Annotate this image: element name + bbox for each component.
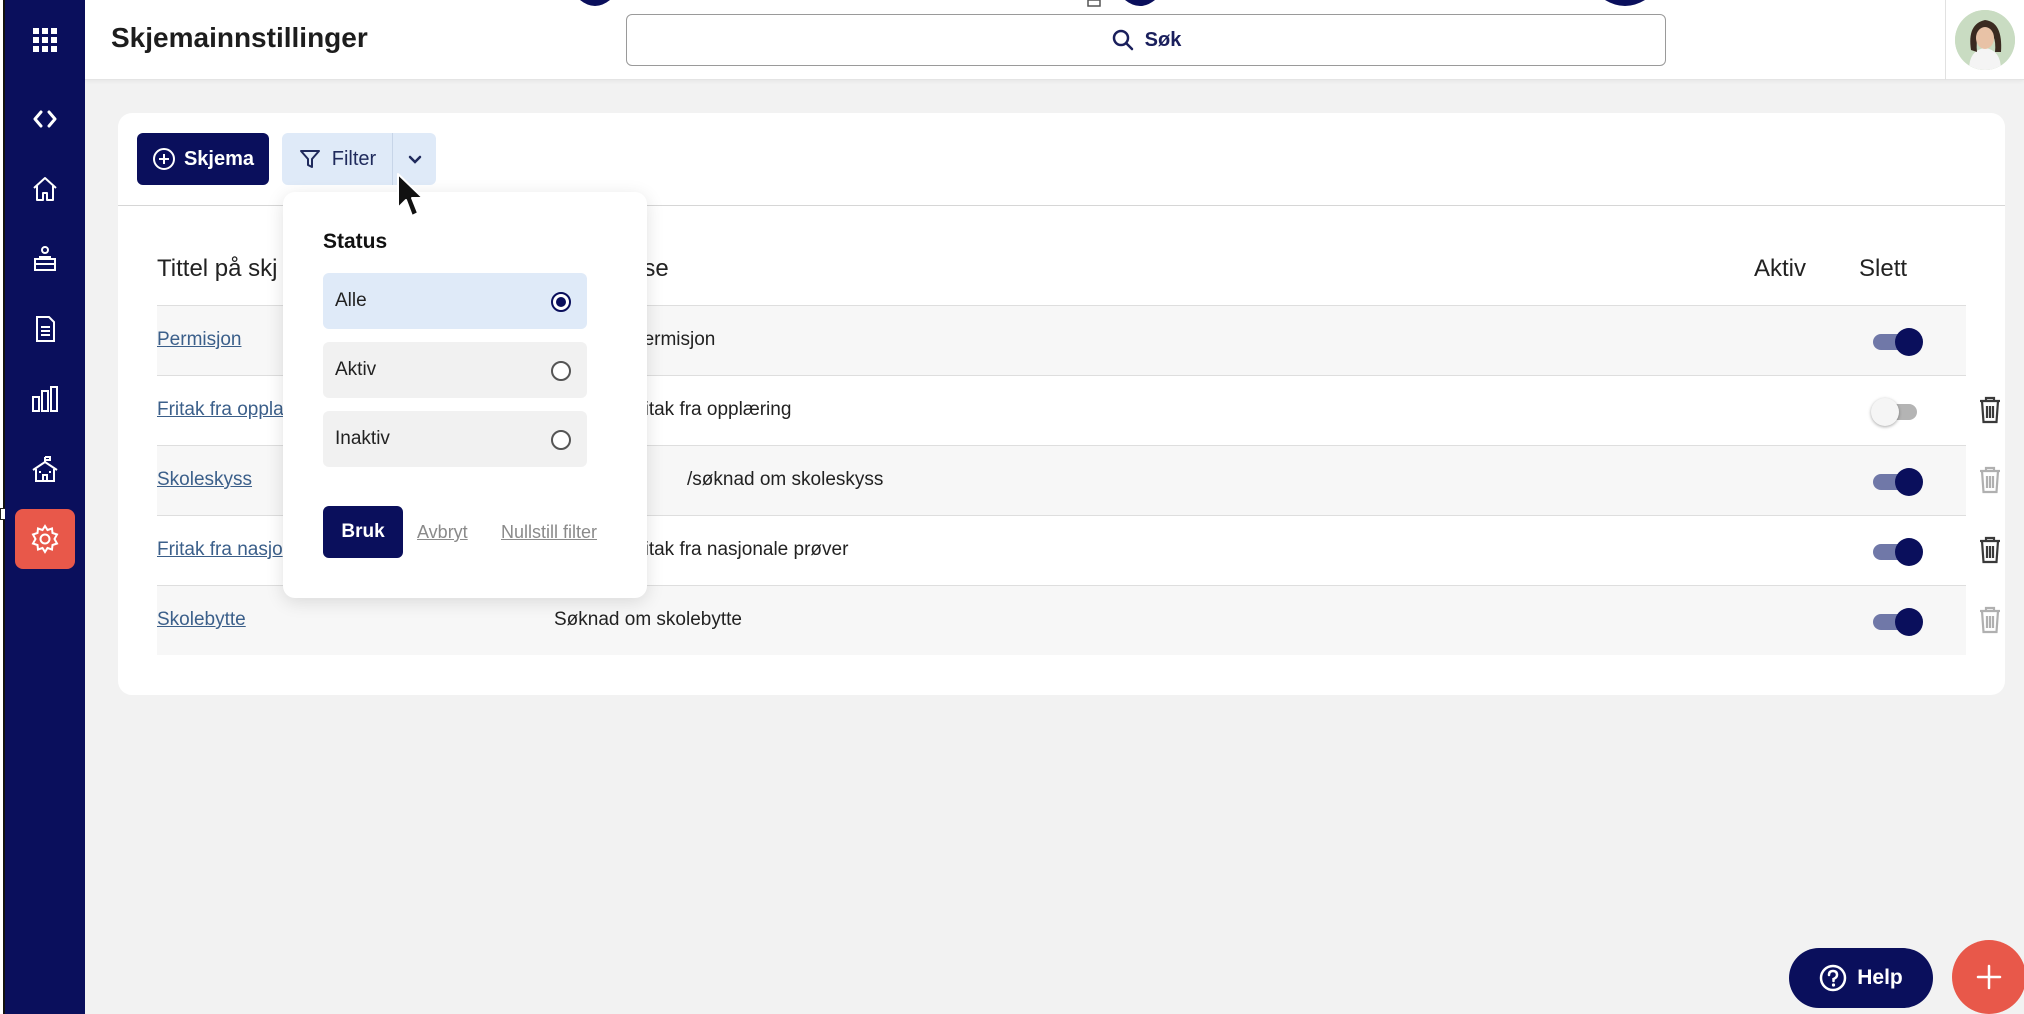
cancel-filter-link[interactable]: Avbryt: [417, 522, 468, 543]
reset-filter-link[interactable]: Nullstill filter: [501, 522, 597, 543]
form-title-link[interactable]: Skoleskyss: [157, 469, 252, 491]
apply-filter-button[interactable]: Bruk: [323, 506, 403, 558]
sidebar-item-school[interactable]: [15, 439, 75, 499]
header-decoration-shape: [1125, 0, 1155, 6]
filter-dropdown: Status Alle Aktiv Inaktiv Bruk Avbryt Nu…: [283, 192, 647, 598]
form-title-link[interactable]: Permisjon: [157, 329, 241, 351]
code-arrows-icon: [33, 110, 57, 128]
form-title-link[interactable]: Fritak fra oppla: [157, 399, 284, 421]
sidebar-item-settings[interactable]: [15, 509, 75, 569]
filter-option-inactive[interactable]: Inaktiv: [323, 411, 587, 467]
form-title-link[interactable]: Fritak fra nasjo: [157, 539, 283, 561]
sidebar: [5, 0, 85, 1014]
trash-icon[interactable]: [1977, 465, 2003, 495]
header-decoration-shape: [1087, 0, 1101, 7]
gear-icon: [31, 524, 59, 554]
active-toggle[interactable]: [1873, 608, 1923, 636]
plus-icon: [1976, 964, 2002, 990]
add-form-label: Skjema: [183, 147, 255, 170]
filter-button-group: Filter: [282, 133, 436, 185]
plus-circle-icon: [152, 148, 175, 170]
funnel-icon: [299, 150, 320, 168]
filter-option-label: Inaktiv: [335, 428, 390, 449]
filter-status-heading: Status: [323, 230, 388, 253]
form-title-link[interactable]: Skolebytte: [157, 609, 246, 631]
filter-option-all[interactable]: Alle: [323, 273, 587, 329]
form-description: Søknad om skolebytte: [554, 609, 742, 630]
add-form-button[interactable]: Skjema: [137, 133, 269, 185]
sidebar-item-inbox[interactable]: [15, 229, 75, 289]
active-toggle[interactable]: [1873, 538, 1923, 566]
sidebar-item-collapse[interactable]: [15, 89, 75, 149]
top-bar: Skjemainnstillinger Søk: [85, 0, 2024, 80]
search-input[interactable]: Søk: [626, 14, 1666, 66]
sidebar-item-home[interactable]: [15, 159, 75, 219]
radio-selected[interactable]: [551, 292, 571, 312]
bar-chart-icon: [32, 386, 58, 412]
radio-unselected[interactable]: [551, 361, 571, 381]
sidebar-item-statistics[interactable]: [15, 369, 75, 429]
filter-label: Filter: [331, 147, 377, 170]
search-icon: [1112, 29, 1133, 51]
header-decoration-shape: [580, 0, 610, 6]
user-menu[interactable]: [1945, 0, 2024, 80]
filter-dropdown-toggle[interactable]: [393, 133, 436, 185]
document-icon: [36, 316, 55, 342]
tray-icon: [34, 246, 56, 271]
form-description: fritak fra opplæring: [633, 399, 792, 420]
question-circle-icon: [1819, 964, 1847, 992]
trash-icon[interactable]: [1977, 535, 2003, 565]
user-avatar-image: [1955, 10, 2015, 70]
column-header-delete: Slett: [1859, 255, 1908, 282]
filter-option-label: Aktiv: [335, 359, 377, 380]
trash-icon[interactable]: [1977, 605, 2003, 635]
active-toggle[interactable]: [1871, 398, 1923, 426]
add-fab-button[interactable]: [1952, 940, 2024, 1014]
help-button[interactable]: Help: [1789, 948, 1933, 1008]
column-header-active: Aktiv: [1754, 255, 1807, 282]
active-toggle[interactable]: [1873, 328, 1923, 356]
column-header-title: Tittel på skj: [157, 255, 278, 282]
sidebar-item-apps[interactable]: [15, 10, 75, 70]
filter-option-label: Alle: [335, 290, 367, 311]
grid-icon: [33, 28, 57, 52]
form-description: fritak fra nasjonale prøver: [633, 539, 849, 560]
chevron-down-icon: [408, 155, 421, 164]
school-icon: [32, 456, 58, 482]
header-decoration-shape: [1605, 0, 1645, 6]
active-toggle[interactable]: [1873, 468, 1923, 496]
avatar[interactable]: [1955, 10, 2015, 70]
form-description: /søknad om skoleskyss: [687, 469, 884, 490]
trash-icon[interactable]: [1977, 395, 2003, 425]
home-icon: [33, 177, 57, 201]
filter-button[interactable]: Filter: [282, 133, 392, 185]
filter-option-active[interactable]: Aktiv: [323, 342, 587, 398]
radio-unselected[interactable]: [551, 430, 571, 450]
help-label: Help: [1857, 966, 1903, 989]
page-title: Skjemainnstillinger: [111, 22, 368, 53]
search-label: Søk: [1144, 28, 1182, 51]
sidebar-item-documents[interactable]: [15, 299, 75, 359]
